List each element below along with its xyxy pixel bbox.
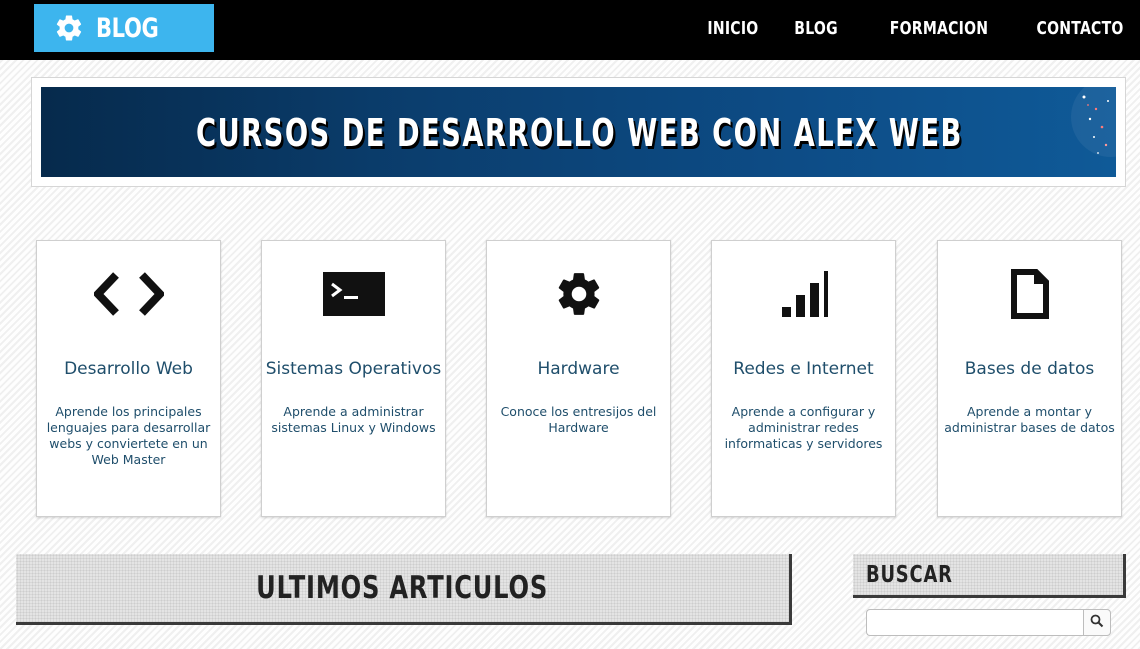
card-sistemas-operativos[interactable]: Sistemas Operativos Aprende a administra… (261, 240, 446, 517)
terminal-icon (262, 269, 445, 319)
logo-text: BLOG (96, 12, 159, 44)
banner-title: CURSOS DE DESARROLLO WEB CON ALEX WEB (196, 111, 963, 155)
section-title: ULTIMOS ARTICULOS (256, 570, 549, 606)
nav-item-contacto[interactable]: CONTACTO (1037, 18, 1124, 39)
nav-item-blog[interactable]: BLOG (795, 18, 839, 39)
card-description: Aprende a administrar sistemas Linux y W… (271, 404, 436, 435)
search-input[interactable] (866, 609, 1084, 636)
gear-icon (487, 269, 670, 319)
card-description: Aprende los principales lenguajes para d… (46, 404, 211, 467)
banner-frame: CURSOS DE DESARROLLO WEB CON ALEX WEB (31, 77, 1126, 187)
card-description: Aprende a configurar y administrar redes… (724, 404, 883, 451)
card-bases-de-datos[interactable]: Bases de datos Aprende a montar y admini… (937, 240, 1122, 517)
card-title: Desarrollo Web (64, 359, 193, 379)
card-hardware[interactable]: Hardware Conoce los entresijos del Hardw… (486, 240, 671, 517)
card-desarrollo-web[interactable]: Desarrollo Web Aprende los principales l… (36, 240, 221, 517)
gear-icon (54, 13, 84, 43)
file-icon (938, 269, 1121, 319)
search-widget-header: BUSCAR (853, 554, 1126, 598)
banner: CURSOS DE DESARROLLO WEB CON ALEX WEB (41, 87, 1116, 177)
nav-item-inicio[interactable]: INICIO (707, 18, 758, 39)
site-logo-link[interactable]: BLOG (34, 4, 214, 52)
latest-articles-header: ULTIMOS ARTICULOS (16, 554, 792, 625)
card-title: Hardware (537, 359, 620, 379)
search-icon (1090, 613, 1104, 632)
card-title: Redes e Internet (733, 359, 874, 379)
search-button[interactable] (1083, 609, 1111, 636)
top-navbar: BLOG INICIO BLOG FORMACION CONTACTO (0, 0, 1140, 60)
banner-decoration (1071, 87, 1116, 157)
card-description: Conoce los entresijos del Hardware (500, 404, 657, 435)
card-description: Aprende a montar y administrar bases de … (944, 404, 1115, 435)
card-redes-internet[interactable]: Redes e Internet Aprende a configurar y … (711, 240, 896, 517)
card-title: Bases de datos (964, 359, 1095, 379)
main-nav: INICIO BLOG FORMACION CONTACTO (669, 0, 1124, 56)
card-title: Sistemas Operativos (265, 359, 442, 379)
nav-item-formacion[interactable]: FORMACION (890, 18, 988, 39)
code-icon (37, 269, 220, 319)
search-title: BUSCAR (866, 562, 953, 588)
signal-bars-icon (712, 269, 895, 319)
